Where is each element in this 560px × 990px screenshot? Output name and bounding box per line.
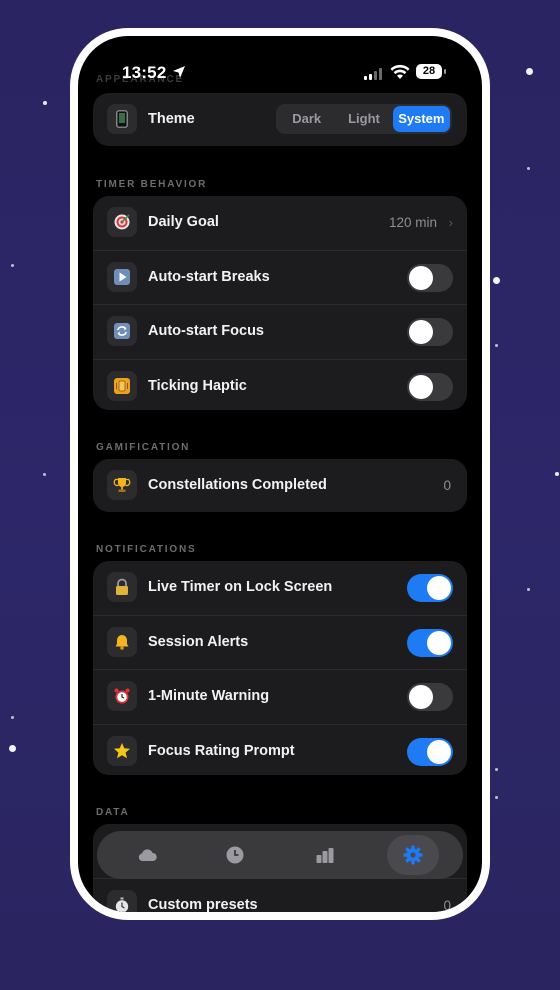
live-timer-label: Live Timer on Lock Screen — [148, 579, 333, 595]
theme-option-dark[interactable]: Dark — [278, 106, 335, 132]
vibration-icon — [107, 370, 137, 401]
star — [527, 167, 530, 170]
target-icon — [107, 207, 137, 237]
chevron-right-icon: › — [448, 215, 453, 230]
phone-frame: 13:52 28 APPEARANCE Theme Dark Light Sys… — [70, 28, 490, 920]
gear-icon — [403, 845, 423, 865]
theme-label: Theme — [148, 111, 195, 127]
theme-segmented-control: Dark Light System — [276, 104, 452, 134]
status-bar: 13:52 28 — [78, 58, 482, 88]
daily-goal-row[interactable]: Daily Goal 120 min › — [93, 196, 467, 251]
star — [43, 473, 46, 476]
live-timer-row: Live Timer on Lock Screen — [93, 561, 467, 616]
auto-start-focus-toggle[interactable] — [407, 318, 453, 346]
one-minute-warning-toggle[interactable] — [407, 683, 453, 711]
star — [493, 277, 500, 284]
bar-chart-icon — [316, 848, 334, 863]
auto-start-focus-label: Auto-start Focus — [148, 323, 264, 339]
phone-screen: 13:52 28 APPEARANCE Theme Dark Light Sys… — [78, 36, 482, 912]
clock-icon — [226, 846, 244, 864]
theme-option-system[interactable]: System — [392, 106, 450, 132]
tab-stats[interactable] — [299, 835, 351, 875]
status-time: 13:52 — [122, 63, 167, 82]
star — [495, 768, 498, 771]
session-alerts-row: Session Alerts — [93, 616, 467, 670]
one-minute-warning-label: 1-Minute Warning — [148, 688, 270, 704]
section-label-gamification: GAMIFICATION — [96, 442, 191, 453]
custom-presets-value: 0 — [443, 898, 451, 912]
ticking-haptic-label: Ticking Haptic — [148, 377, 247, 394]
alarm-clock-icon — [107, 681, 137, 711]
play-icon — [107, 261, 137, 292]
ticking-haptic-toggle[interactable] — [407, 372, 453, 401]
lock-icon — [107, 572, 137, 602]
daily-goal-value: 120 min — [388, 215, 437, 230]
custom-presets-row[interactable]: Custom presets 0 — [93, 879, 467, 912]
auto-start-focus-row: Auto-start Focus — [93, 305, 467, 360]
live-timer-toggle[interactable] — [407, 574, 453, 602]
timer-behavior-card: Daily Goal 120 min › Auto-start Breaks A… — [93, 196, 467, 410]
focus-rating-toggle[interactable] — [407, 737, 453, 766]
section-label-timer-behavior: TIMER BEHAVIOR — [96, 179, 208, 190]
star — [9, 745, 16, 752]
star — [526, 68, 533, 75]
auto-start-breaks-toggle[interactable] — [407, 263, 453, 292]
stopwatch-icon — [107, 890, 137, 912]
notifications-card: Live Timer on Lock Screen Session Alerts… — [93, 561, 467, 775]
star — [555, 472, 559, 476]
bell-icon — [107, 626, 137, 657]
session-alerts-label: Session Alerts — [148, 633, 249, 650]
constellations-row: Constellations Completed 0 — [93, 459, 467, 512]
auto-start-breaks-label: Auto-start Breaks — [148, 268, 270, 285]
daily-goal-label: Daily Goal — [148, 214, 219, 230]
tab-settings[interactable] — [387, 835, 439, 875]
star — [11, 716, 14, 719]
custom-presets-label: Custom presets — [148, 897, 258, 912]
gamification-card: Constellations Completed 0 — [93, 459, 467, 512]
star — [11, 264, 14, 267]
section-label-data: DATA — [96, 807, 130, 818]
tab-cloud[interactable] — [121, 835, 173, 875]
one-minute-warning-row: 1-Minute Warning — [93, 670, 467, 725]
section-label-notifications: NOTIFICATIONS — [96, 544, 197, 555]
constellations-label: Constellations Completed — [148, 477, 327, 493]
trophy-icon — [107, 470, 137, 500]
repeat-icon — [107, 316, 137, 346]
cellular-signal-icon — [364, 68, 382, 80]
star — [495, 796, 498, 799]
auto-start-breaks-row: Auto-start Breaks — [93, 251, 467, 305]
wifi-icon — [390, 64, 410, 79]
location-arrow-icon — [173, 66, 185, 78]
star — [43, 101, 47, 105]
ticking-haptic-row: Ticking Haptic — [93, 360, 467, 411]
theme-row: Theme Dark Light System — [93, 93, 467, 146]
phone-icon — [107, 104, 137, 134]
focus-rating-label: Focus Rating Prompt — [148, 742, 295, 759]
star — [527, 588, 530, 591]
tab-clock[interactable] — [209, 835, 261, 875]
cloud-icon — [138, 849, 157, 861]
star-icon — [107, 735, 137, 766]
focus-rating-row: Focus Rating Prompt — [93, 725, 467, 776]
theme-option-light[interactable]: Light — [335, 106, 392, 132]
battery-indicator: 28 — [416, 64, 446, 79]
session-alerts-toggle[interactable] — [407, 628, 453, 657]
appearance-card: Theme Dark Light System — [93, 93, 467, 146]
constellations-value: 0 — [443, 478, 451, 493]
tab-bar — [97, 831, 463, 879]
star — [495, 344, 498, 347]
